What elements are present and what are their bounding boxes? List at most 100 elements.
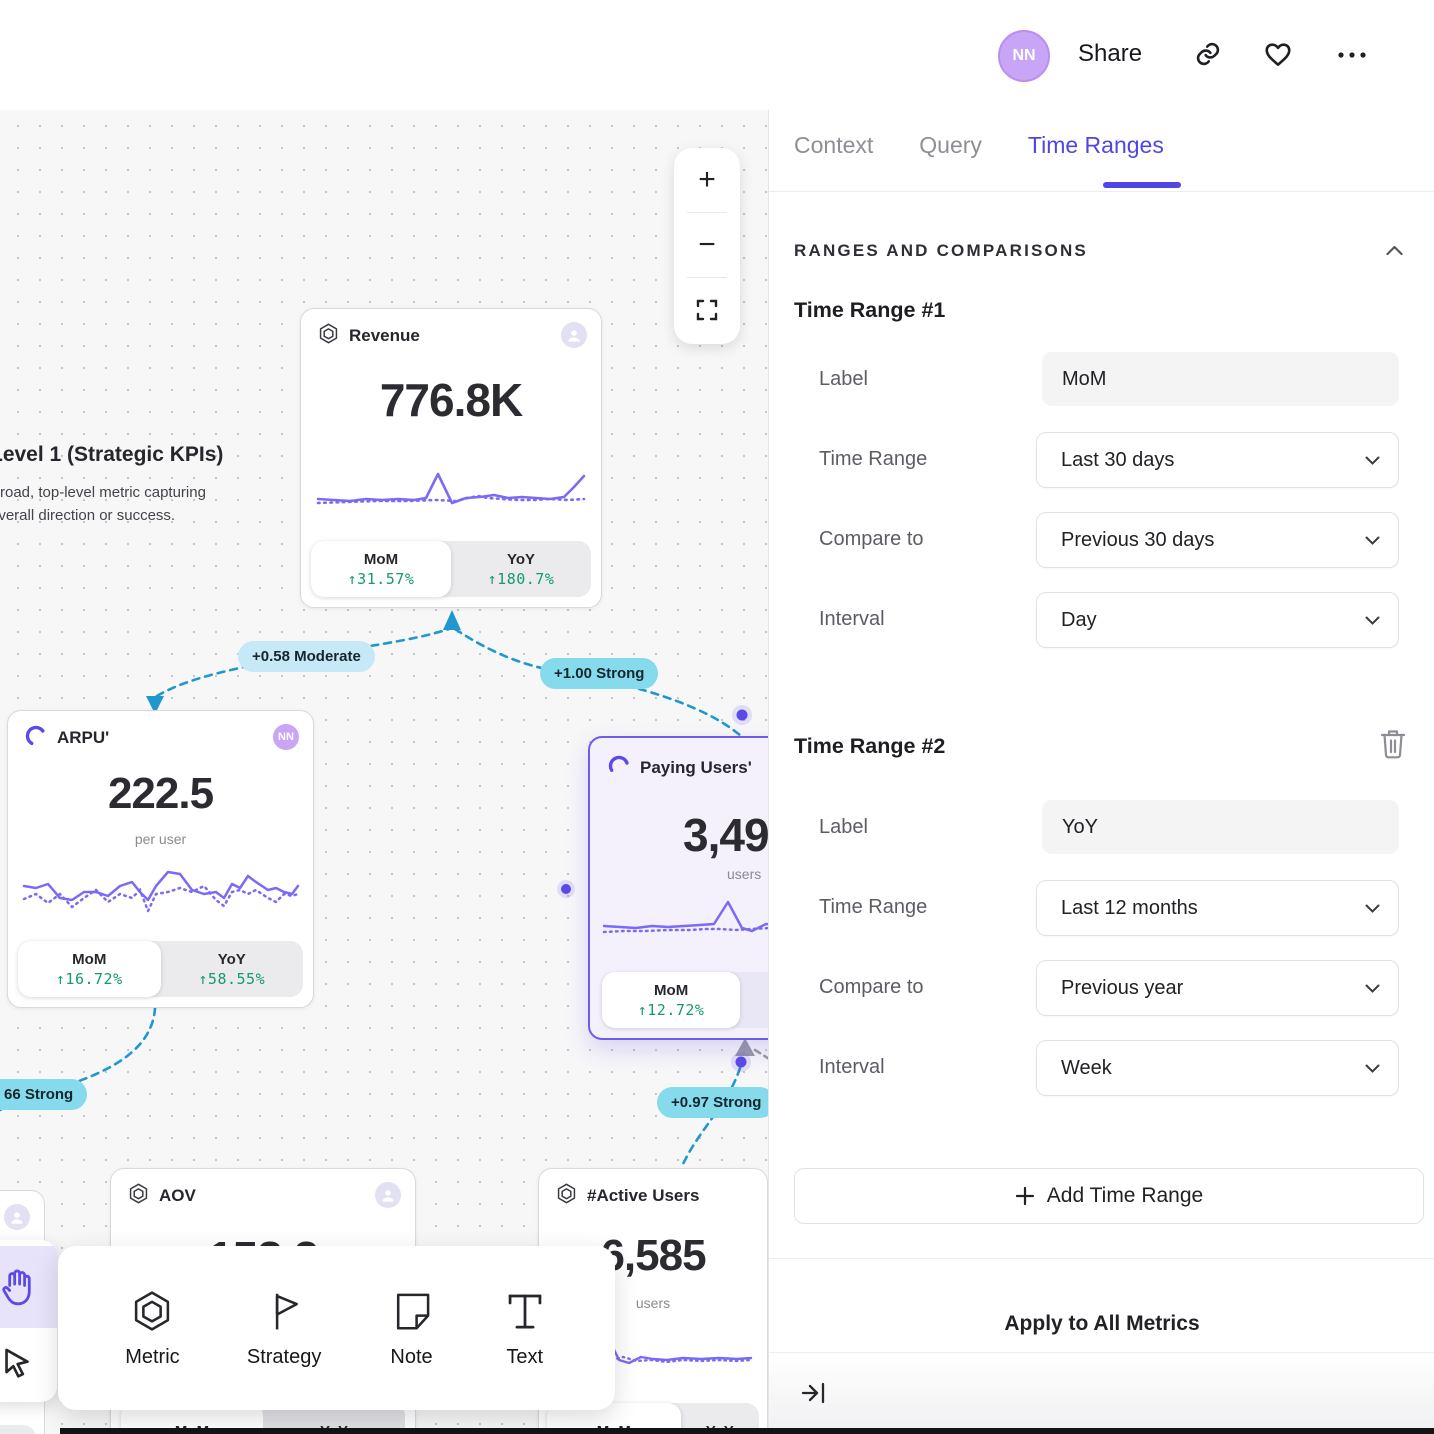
add-metric-tool[interactable]: Metric bbox=[125, 1288, 179, 1369]
active-tab-indicator bbox=[1103, 182, 1181, 188]
comparison-footer bbox=[0, 1425, 36, 1434]
comparison-mom[interactable]: MoM ↑31.57% bbox=[311, 541, 451, 597]
add-note-tool[interactable]: Note bbox=[389, 1288, 435, 1369]
canvas-note-body: Broad, top-level metric capturing overal… bbox=[0, 481, 242, 528]
collapse-panel-icon[interactable] bbox=[801, 1381, 827, 1410]
field-row-interval: Interval Day bbox=[794, 592, 1410, 646]
field-row-label: Label MoM bbox=[794, 352, 1410, 406]
interval-select[interactable]: Week bbox=[1036, 1040, 1399, 1096]
add-time-range-button[interactable]: Add Time Range bbox=[794, 1168, 1424, 1224]
tool-strip bbox=[0, 1240, 57, 1402]
metric-title: #Active Users bbox=[587, 1186, 699, 1206]
fit-view-button[interactable] bbox=[674, 278, 740, 342]
correlation-badge[interactable]: +0.58 Moderate bbox=[238, 641, 375, 672]
metric-hexagon-icon bbox=[127, 1182, 150, 1210]
field-row-label: Label YoY bbox=[794, 800, 1410, 854]
tab-query[interactable]: Query bbox=[919, 132, 982, 159]
interval-select[interactable]: Day bbox=[1036, 592, 1399, 648]
hand-tool[interactable] bbox=[0, 1246, 57, 1328]
zoom-out-button[interactable]: − bbox=[674, 213, 740, 277]
chevron-down-icon bbox=[1365, 984, 1380, 993]
panel-footer bbox=[769, 1353, 1434, 1428]
add-text-tool[interactable]: Text bbox=[502, 1288, 548, 1369]
section-header: RANGES AND COMPARISONS bbox=[794, 241, 1088, 261]
time-range-2-title: Time Range #2 bbox=[794, 734, 945, 759]
comparison-footer: MoM ↑16.72% YoY ↑58.55% bbox=[18, 941, 303, 997]
flag-icon bbox=[261, 1288, 307, 1334]
loading-spinner-icon bbox=[24, 724, 48, 753]
text-icon bbox=[502, 1288, 548, 1334]
metric-value: 3,49 bbox=[683, 808, 768, 862]
panel-tabs: Context Query Time Ranges bbox=[794, 132, 1164, 159]
metric-tree-canvas[interactable]: Level 1 (Strategic KPIs) Broad, top-leve… bbox=[0, 110, 768, 1434]
metric-title: Paying Users' bbox=[640, 758, 752, 778]
correlation-badge[interactable]: +0.97 Strong bbox=[657, 1087, 768, 1118]
correlation-badge[interactable]: +1.00 Strong bbox=[540, 658, 658, 689]
chevron-down-icon bbox=[1365, 1064, 1380, 1073]
metric-unit: users bbox=[727, 866, 761, 882]
comparison-footer: MoM ↑12.72% bbox=[602, 972, 768, 1028]
compare-to-select[interactable]: Previous 30 days bbox=[1036, 512, 1399, 568]
comparison-yoy[interactable]: YoY ↑180.7% bbox=[451, 541, 591, 597]
metric-card-revenue[interactable]: Revenue 776.8K MoM ↑31.57% YoY ↑180.7% bbox=[300, 308, 602, 608]
comparison-footer: MoM ↑31.57% YoY ↑180.7% bbox=[311, 541, 591, 597]
divider bbox=[769, 1258, 1434, 1259]
correlation-badge[interactable]: 66 Strong bbox=[0, 1079, 87, 1110]
field-row-interval: Interval Week bbox=[794, 1040, 1410, 1094]
sparkline-chart bbox=[22, 863, 300, 925]
cursor-icon bbox=[1, 1346, 33, 1380]
favorite-heart-icon[interactable] bbox=[1263, 39, 1293, 74]
comparison-yoy[interactable]: YoY ↑58.55% bbox=[161, 941, 304, 997]
time-range-1-title: Time Range #1 bbox=[794, 298, 945, 323]
share-button[interactable]: Share bbox=[1078, 40, 1142, 68]
owner-avatar-icon bbox=[561, 322, 587, 348]
settings-panel: Context Query Time Ranges RANGES AND COM… bbox=[768, 110, 1434, 1434]
hand-icon bbox=[0, 1268, 35, 1306]
metric-value: 222.5 bbox=[8, 769, 313, 819]
link-icon[interactable] bbox=[1194, 40, 1222, 73]
add-strategy-tool[interactable]: Strategy bbox=[247, 1288, 321, 1369]
sparkline-chart bbox=[602, 894, 768, 944]
apply-all-metrics-button[interactable]: Apply to All Metrics bbox=[769, 1312, 1434, 1336]
metric-title: Revenue bbox=[349, 326, 420, 346]
field-row-time-range: Time Range Last 30 days bbox=[794, 432, 1410, 486]
canvas-note-title: Level 1 (Strategic KPIs) bbox=[0, 443, 223, 467]
metric-hexagon-icon bbox=[317, 322, 340, 350]
tab-time-ranges[interactable]: Time Ranges bbox=[1028, 132, 1164, 159]
loading-spinner-icon bbox=[607, 754, 631, 783]
owner-avatar-icon bbox=[4, 1204, 30, 1230]
field-row-time-range: Time Range Last 12 months bbox=[794, 880, 1410, 934]
field-row-compare-to: Compare to Previous year bbox=[794, 960, 1410, 1014]
zoom-in-button[interactable]: + bbox=[674, 148, 740, 212]
comparison-mom[interactable]: MoM ↑12.72% bbox=[602, 972, 740, 1028]
more-options-icon[interactable] bbox=[1336, 48, 1368, 66]
canvas-toolbar: Metric Strategy Note Text bbox=[58, 1246, 615, 1410]
collaborator-badge: NN bbox=[273, 724, 299, 750]
note-icon bbox=[389, 1288, 435, 1334]
time-range-select[interactable]: Last 12 months bbox=[1036, 880, 1399, 936]
time-range-select[interactable]: Last 30 days bbox=[1036, 432, 1399, 488]
compare-to-select[interactable]: Previous year bbox=[1036, 960, 1399, 1016]
plus-icon bbox=[1015, 1186, 1035, 1206]
metric-value: 776.8K bbox=[301, 373, 601, 427]
metric-card-arpu[interactable]: ARPU' NN 222.5 per user MoM ↑16.72% YoY … bbox=[7, 710, 314, 1008]
label-input[interactable]: YoY bbox=[1042, 800, 1399, 854]
metric-title: AOV bbox=[159, 1186, 196, 1206]
metric-card-paying-users[interactable]: Paying Users' 3,49 users MoM ↑12.72% bbox=[588, 736, 768, 1040]
window-bottom-edge bbox=[60, 1428, 1434, 1434]
label-input[interactable]: MoM bbox=[1042, 352, 1399, 406]
app-root: NN Share bbox=[0, 0, 1434, 1434]
chevron-down-icon bbox=[1365, 536, 1380, 545]
tab-context[interactable]: Context bbox=[794, 132, 873, 159]
zoom-control: + − bbox=[674, 148, 740, 344]
sparkline-chart bbox=[316, 465, 586, 515]
select-tool[interactable] bbox=[0, 1328, 57, 1398]
collapse-section-icon[interactable] bbox=[1386, 243, 1403, 261]
delete-time-range-icon[interactable] bbox=[1379, 728, 1407, 765]
top-header: NN Share bbox=[0, 0, 1434, 110]
comparison-mom[interactable]: MoM ↑16.72% bbox=[18, 941, 161, 997]
chevron-down-icon bbox=[1365, 904, 1380, 913]
user-avatar[interactable]: NN bbox=[998, 30, 1050, 82]
metric-hexagon-icon bbox=[555, 1182, 578, 1210]
metric-hexagon-icon bbox=[129, 1288, 175, 1334]
